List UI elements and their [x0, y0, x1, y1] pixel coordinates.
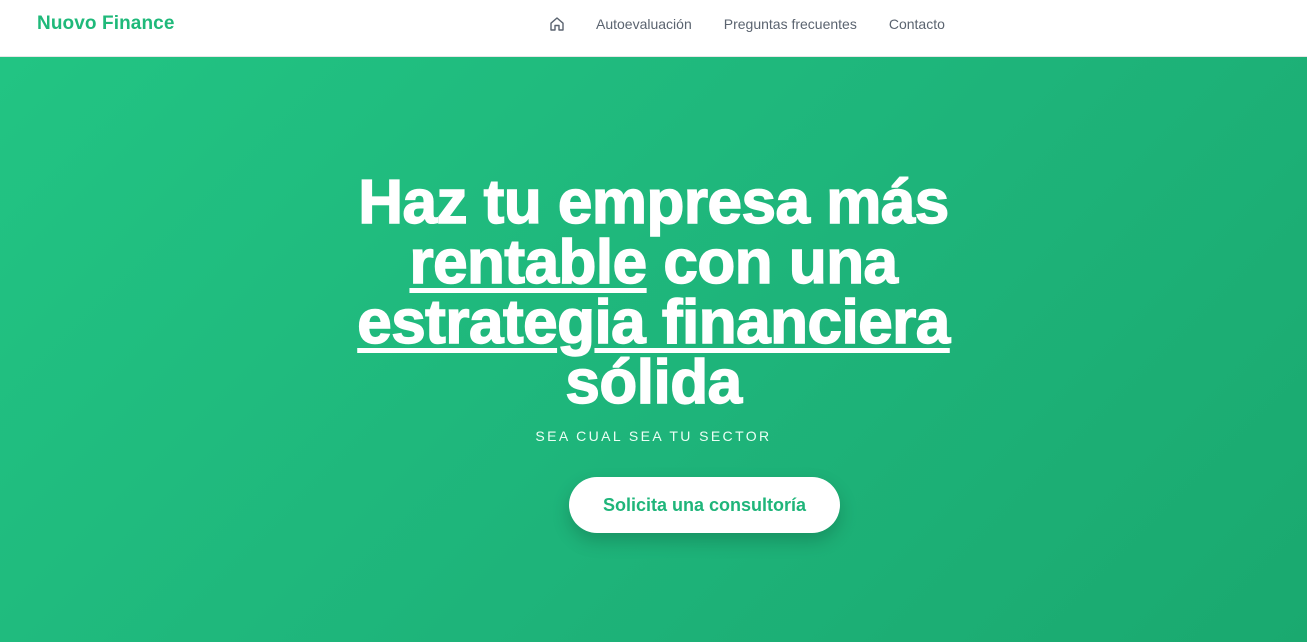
brand-logo[interactable]: Nuovo Finance	[37, 13, 174, 35]
nav-link-contacto[interactable]: Contacto	[889, 16, 945, 32]
hero-title-line-2: rentable con una	[0, 231, 1307, 295]
hero-title-highlight-estrategia-b: ia financiera	[594, 288, 951, 357]
nav-link-autoevaluacion[interactable]: Autoevaluación	[596, 16, 692, 32]
request-consultation-button[interactable]: Solicita una consultoría	[569, 477, 840, 533]
hero-title-line-2-rest: con una	[646, 228, 899, 297]
hero-title-line-4: sólida	[565, 348, 743, 417]
hero-title: Haz tu empresa más rentable con una estr…	[0, 168, 1307, 417]
home-link[interactable]	[549, 16, 565, 32]
nav-link-preguntas-frecuentes[interactable]: Preguntas frecuentes	[724, 16, 857, 32]
hero-title-line-1: Haz tu empresa más	[357, 168, 950, 237]
hero-section: Haz tu empresa más rentable con una estr…	[0, 57, 1307, 642]
home-icon	[550, 17, 564, 31]
hero-subtitle: SEA CUAL SEA TU SECTOR	[535, 428, 772, 444]
hero-title-highlight-g: g	[556, 288, 595, 357]
main-nav: Autoevaluación Preguntas frecuentes Cont…	[549, 0, 945, 48]
hero-title-line-3: estrategia financiera	[0, 291, 1307, 355]
hero-title-highlight-estrategia-a: estrate	[356, 288, 558, 357]
hero-title-highlight-rentable: rentable	[409, 228, 648, 297]
top-navbar: Nuovo Finance Autoevaluación Preguntas f…	[0, 0, 1307, 57]
